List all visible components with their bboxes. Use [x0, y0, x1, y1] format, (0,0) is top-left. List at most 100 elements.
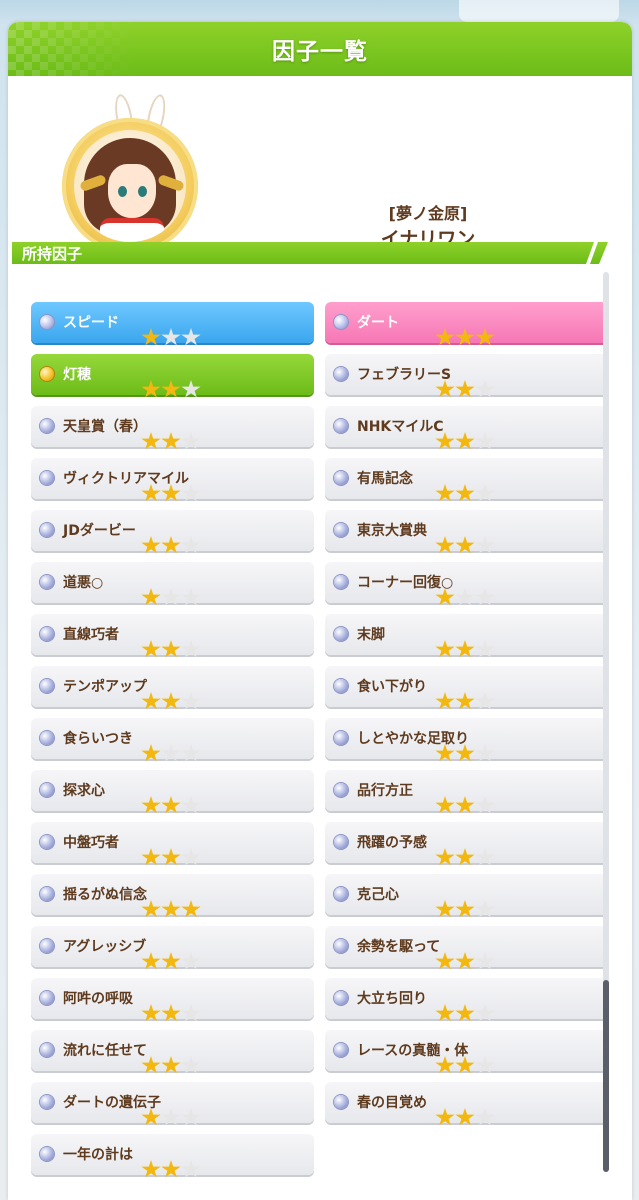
- factor-card[interactable]: スピード: [31, 302, 314, 346]
- star-filled-icon: [161, 484, 181, 502]
- factor-card[interactable]: 探求心: [31, 770, 314, 814]
- star-filled-icon: [141, 796, 161, 814]
- factor-card[interactable]: 克己心: [325, 874, 608, 918]
- factor-card[interactable]: 大立ち回り: [325, 978, 608, 1022]
- star-filled-icon: [141, 536, 161, 554]
- blue-orb-icon: [40, 1043, 54, 1057]
- factor-card[interactable]: 直線巧者: [31, 614, 314, 658]
- star-empty-icon: [475, 432, 495, 450]
- factor-card[interactable]: 食らいつき: [31, 718, 314, 762]
- factor-card[interactable]: コーナー回復○: [325, 562, 608, 606]
- factor-card[interactable]: 阿吽の呼吸: [31, 978, 314, 1022]
- factor-star-rating: [141, 1160, 201, 1179]
- factor-star-rating: [141, 848, 201, 867]
- blue-orb-icon: [334, 523, 348, 537]
- factor-card[interactable]: 中盤巧者: [31, 822, 314, 866]
- factor-card[interactable]: 春の目覚め: [325, 1082, 608, 1126]
- star-empty-icon: [475, 1056, 495, 1074]
- star-empty-icon: [181, 640, 201, 658]
- factor-name: 克己心: [357, 887, 399, 903]
- factor-card[interactable]: 余勢を駆って: [325, 926, 608, 970]
- star-filled-icon: [435, 484, 455, 502]
- factor-name: 東京大賞典: [357, 523, 427, 539]
- factor-name: 道悪○: [63, 575, 104, 591]
- blue-orb-icon: [40, 679, 54, 693]
- star-filled-icon: [161, 1056, 181, 1074]
- factor-card[interactable]: ヴィクトリアマイル: [31, 458, 314, 502]
- star-filled-icon: [141, 588, 161, 606]
- factor-star-rating: [435, 952, 495, 971]
- factor-name: 天皇賞（春）: [63, 419, 147, 435]
- factor-name: NHKマイルC: [357, 419, 444, 435]
- factor-card[interactable]: ダート: [325, 302, 608, 346]
- star-empty-icon: [161, 588, 181, 606]
- star-filled-icon: [141, 432, 161, 450]
- star-filled-icon: [455, 744, 475, 762]
- factor-card[interactable]: 道悪○: [31, 562, 314, 606]
- blue-orb-icon: [40, 939, 54, 953]
- star-filled-icon: [141, 1108, 161, 1126]
- star-empty-icon: [181, 432, 201, 450]
- factor-star-rating: [141, 900, 201, 919]
- factor-star-rating: [141, 952, 201, 971]
- factor-star-rating: [435, 848, 495, 867]
- factor-star-rating: [435, 692, 495, 711]
- factor-card[interactable]: 食い下がり: [325, 666, 608, 710]
- factor-card[interactable]: しとやかな足取り: [325, 718, 608, 762]
- factor-card[interactable]: 一年の計は: [31, 1134, 314, 1178]
- factor-card[interactable]: 灯穂: [31, 354, 314, 398]
- factor-star-rating: [435, 744, 495, 763]
- star-filled-icon: [161, 536, 181, 554]
- factor-card[interactable]: 品行方正: [325, 770, 608, 814]
- factor-card[interactable]: フェブラリーS: [325, 354, 608, 398]
- factor-name: 阿吽の呼吸: [63, 991, 133, 1007]
- star-filled-icon: [435, 328, 455, 346]
- blue-orb-icon: [334, 315, 348, 329]
- factor-card[interactable]: JDダービー: [31, 510, 314, 554]
- scrollbar-thumb[interactable]: [603, 980, 609, 1172]
- factor-star-rating: [435, 640, 495, 659]
- background-top: [0, 0, 639, 24]
- factor-card[interactable]: 飛躍の予感: [325, 822, 608, 866]
- star-filled-icon: [455, 328, 475, 346]
- blue-orb-icon: [40, 1147, 54, 1161]
- star-empty-icon: [181, 1160, 201, 1178]
- factor-star-rating: [435, 588, 495, 607]
- factor-name: 灯穂: [63, 367, 91, 383]
- factor-name: 食い下がり: [357, 679, 427, 695]
- blue-orb-icon: [40, 315, 54, 329]
- star-empty-icon: [475, 952, 495, 970]
- blue-orb-icon: [334, 575, 348, 589]
- star-empty-icon: [181, 588, 201, 606]
- star-empty-icon: [475, 692, 495, 710]
- star-empty-icon: [181, 848, 201, 866]
- star-filled-icon: [161, 848, 181, 866]
- star-empty-icon: [161, 1108, 181, 1126]
- factor-star-rating: [435, 328, 495, 347]
- blue-orb-icon: [334, 1095, 348, 1109]
- factor-card[interactable]: 末脚: [325, 614, 608, 658]
- factor-card[interactable]: 揺るがぬ信念: [31, 874, 314, 918]
- star-filled-icon: [141, 900, 161, 918]
- factor-name: 品行方正: [357, 783, 413, 799]
- factor-card[interactable]: 流れに任せて: [31, 1030, 314, 1074]
- factor-card[interactable]: 東京大賞典: [325, 510, 608, 554]
- factor-card[interactable]: テンポアップ: [31, 666, 314, 710]
- star-filled-icon: [455, 1004, 475, 1022]
- factor-card[interactable]: ダートの遺伝子: [31, 1082, 314, 1126]
- factor-star-rating: [435, 536, 495, 555]
- star-filled-icon: [141, 328, 161, 346]
- star-filled-icon: [141, 484, 161, 502]
- factor-card[interactable]: アグレッシブ: [31, 926, 314, 970]
- star-empty-icon: [475, 640, 495, 658]
- star-empty-icon: [475, 1108, 495, 1126]
- factor-card[interactable]: レースの真髄・体: [325, 1030, 608, 1074]
- factor-card[interactable]: 有馬記念: [325, 458, 608, 502]
- factor-card[interactable]: 天皇賞（春）: [31, 406, 314, 450]
- factor-star-rating: [435, 432, 495, 451]
- star-empty-icon: [475, 484, 495, 502]
- factor-card[interactable]: NHKマイルC: [325, 406, 608, 450]
- factor-name: 飛躍の予感: [357, 835, 427, 851]
- blue-orb-icon: [40, 887, 54, 901]
- star-filled-icon: [455, 1108, 475, 1126]
